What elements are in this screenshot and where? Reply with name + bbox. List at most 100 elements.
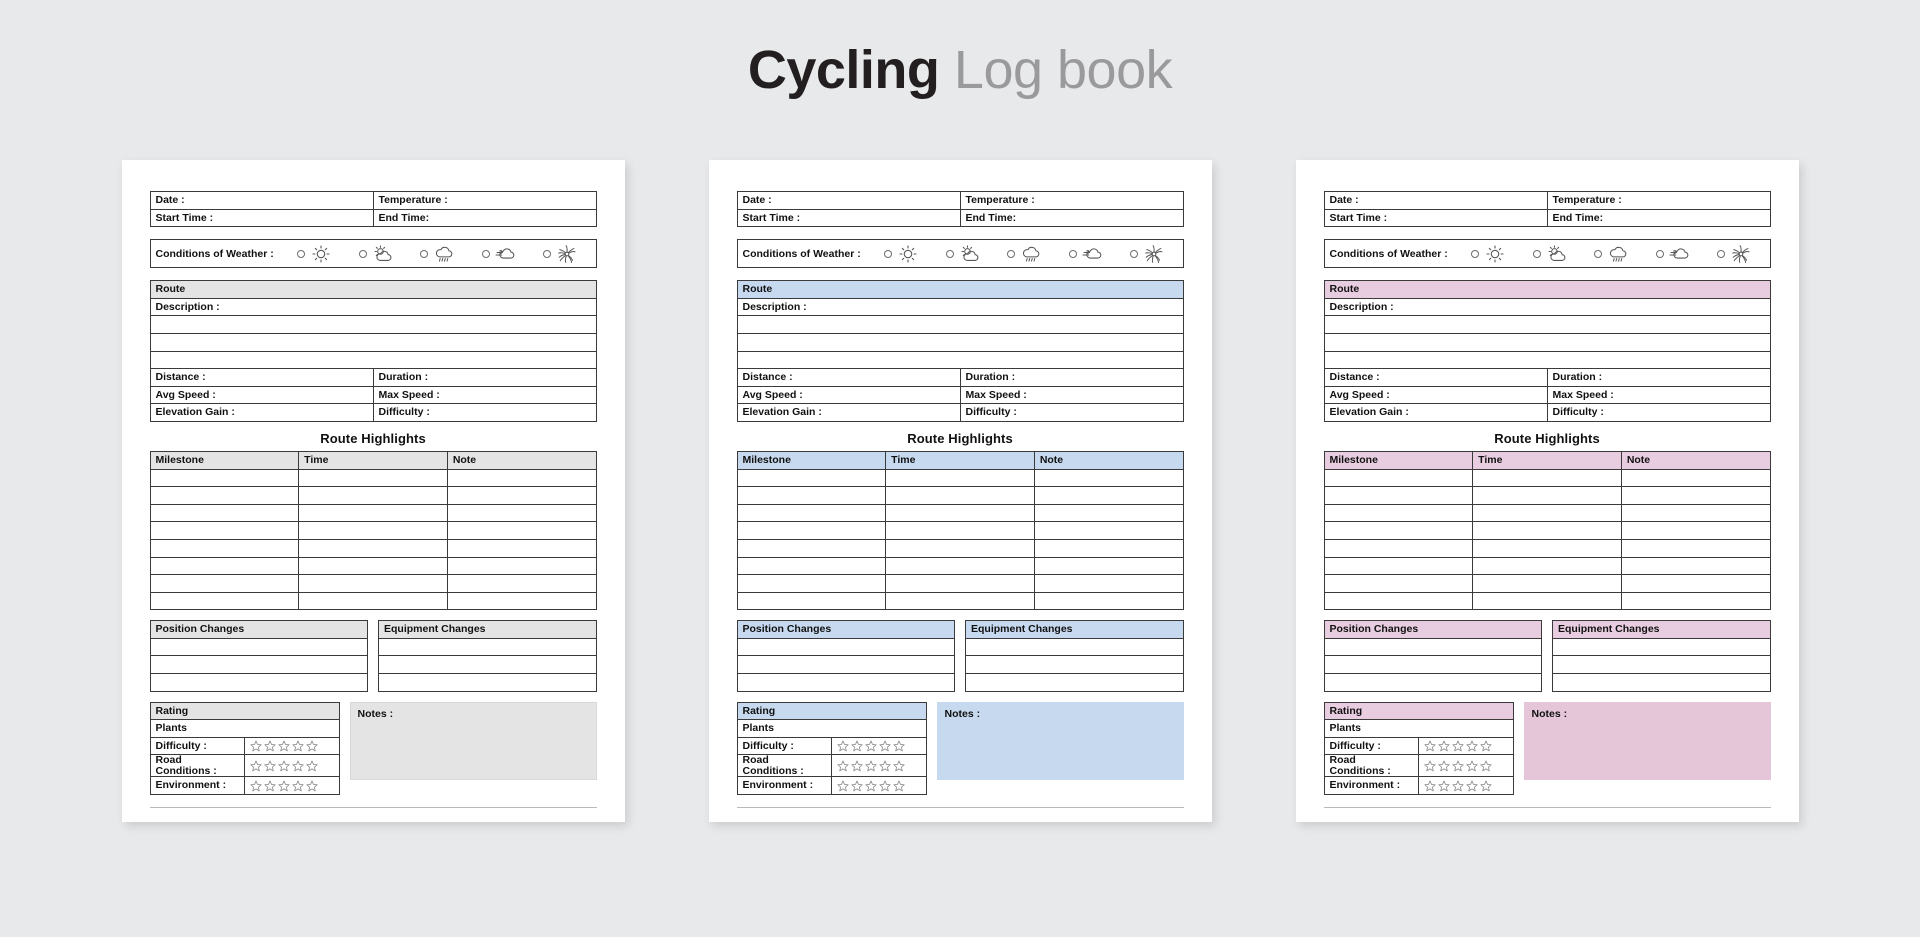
table-row[interactable] <box>1552 655 1771 675</box>
table-row[interactable] <box>1552 673 1771 692</box>
blank-cell[interactable] <box>885 468 1035 488</box>
blank-cell[interactable] <box>1323 468 1474 488</box>
blank-cell[interactable] <box>736 591 887 611</box>
table-row[interactable] <box>736 538 1184 558</box>
radio-button[interactable] <box>358 249 367 258</box>
rating-stars-cell[interactable] <box>244 736 340 756</box>
table-row[interactable]: Distance : Duration : <box>736 368 1184 387</box>
table-row[interactable] <box>1323 350 1771 370</box>
field-label[interactable]: Start Time : <box>736 208 961 228</box>
rating-stars-cell[interactable] <box>831 736 927 756</box>
star-icon[interactable] <box>306 740 318 752</box>
blank-cell[interactable] <box>446 574 597 593</box>
weather-option-1[interactable] <box>1532 244 1568 264</box>
star-icon[interactable] <box>264 760 276 772</box>
table-row[interactable] <box>736 574 1184 593</box>
rating-stars-cell[interactable] <box>831 776 927 796</box>
blank-cell[interactable] <box>1552 637 1771 657</box>
blank-cell[interactable] <box>885 521 1035 540</box>
table-row[interactable] <box>1323 486 1771 505</box>
star-icon[interactable] <box>1466 780 1478 792</box>
table-row[interactable] <box>1323 574 1771 593</box>
field-label[interactable]: Start Time : <box>149 208 374 228</box>
rating-row[interactable]: Difficulty : <box>149 736 340 756</box>
table-row[interactable] <box>1323 315 1771 334</box>
field-label[interactable]: Date : <box>736 191 961 210</box>
blank-cell[interactable] <box>736 503 887 523</box>
table-row[interactable]: Date : Temperature : <box>149 191 597 210</box>
rating-stars-cell[interactable] <box>244 754 340 778</box>
table-row[interactable] <box>1323 332 1771 352</box>
field-label[interactable]: Distance : <box>149 368 374 387</box>
star-icon[interactable] <box>292 740 304 752</box>
radio-button[interactable] <box>945 249 954 258</box>
blank-cell[interactable] <box>736 486 887 505</box>
blank-cell[interactable] <box>298 503 448 523</box>
field-label[interactable]: Elevation Gain : <box>149 403 374 422</box>
blank-cell[interactable] <box>1620 591 1771 611</box>
table-row[interactable]: Distance : Duration : <box>1323 368 1771 387</box>
rating-row[interactable]: Road Conditions : <box>149 754 340 778</box>
field-label[interactable]: Duration : <box>959 368 1184 387</box>
blank-cell[interactable] <box>1552 673 1771 692</box>
table-row[interactable] <box>149 655 368 675</box>
blank-cell[interactable] <box>446 521 597 540</box>
field-label[interactable]: Duration : <box>1546 368 1771 387</box>
radio-button[interactable] <box>1717 249 1726 258</box>
field-label[interactable]: Avg Speed : <box>736 385 961 405</box>
table-row[interactable]: Start Time : End Time: <box>1323 208 1771 228</box>
blank-cell[interactable] <box>1620 468 1771 488</box>
table-row[interactable] <box>736 315 1184 334</box>
star-icon[interactable] <box>264 780 276 792</box>
blank-cell[interactable] <box>149 332 597 352</box>
radio-button[interactable] <box>420 249 429 258</box>
star-rating[interactable] <box>1424 740 1492 752</box>
blank-cell[interactable] <box>736 332 1184 352</box>
table-row[interactable]: Distance : Duration : <box>149 368 597 387</box>
field-label[interactable]: Max Speed : <box>1546 385 1771 405</box>
blank-cell[interactable] <box>149 521 300 540</box>
blank-cell[interactable] <box>1620 486 1771 505</box>
star-icon[interactable] <box>264 740 276 752</box>
blank-cell[interactable] <box>1472 556 1622 576</box>
blank-cell[interactable] <box>1033 538 1184 558</box>
table-row[interactable] <box>149 591 597 611</box>
blank-cell[interactable] <box>965 637 1184 657</box>
star-icon[interactable] <box>879 780 891 792</box>
field-label[interactable]: Start Time : <box>1323 208 1548 228</box>
weather-option-0[interactable] <box>883 244 919 264</box>
table-row[interactable]: Description : <box>1323 297 1771 317</box>
notes-field[interactable]: Notes : <box>936 701 1184 780</box>
star-icon[interactable] <box>1480 760 1492 772</box>
weather-option-1[interactable] <box>358 244 394 264</box>
blank-cell[interactable] <box>298 556 448 576</box>
star-icon[interactable] <box>292 780 304 792</box>
blank-cell[interactable] <box>965 673 1184 692</box>
field-label[interactable]: Difficulty : <box>372 403 597 422</box>
table-row[interactable] <box>149 538 597 558</box>
radio-button[interactable] <box>543 249 552 258</box>
blank-cell[interactable] <box>446 486 597 505</box>
star-rating[interactable] <box>250 780 318 792</box>
rating-row[interactable]: Environment : <box>149 776 340 796</box>
star-rating[interactable] <box>250 760 318 772</box>
star-icon[interactable] <box>851 760 863 772</box>
star-icon[interactable] <box>1424 740 1436 752</box>
rating-row[interactable]: Road Conditions : <box>736 754 927 778</box>
star-icon[interactable] <box>879 760 891 772</box>
blank-cell[interactable] <box>1620 503 1771 523</box>
blank-cell[interactable] <box>1472 591 1622 611</box>
weather-option-0[interactable] <box>1470 244 1506 264</box>
table-row[interactable] <box>149 468 597 488</box>
blank-cell[interactable] <box>1323 574 1474 593</box>
field-label[interactable]: Distance : <box>736 368 961 387</box>
star-rating[interactable] <box>1424 760 1492 772</box>
blank-cell[interactable] <box>885 574 1035 593</box>
blank-cell[interactable] <box>149 350 597 370</box>
field-label[interactable]: Difficulty : <box>959 403 1184 422</box>
table-row[interactable] <box>149 637 368 657</box>
star-icon[interactable] <box>851 780 863 792</box>
weather-option-1[interactable] <box>945 244 981 264</box>
blank-cell[interactable] <box>446 503 597 523</box>
rating-stars-cell[interactable] <box>1418 754 1514 778</box>
